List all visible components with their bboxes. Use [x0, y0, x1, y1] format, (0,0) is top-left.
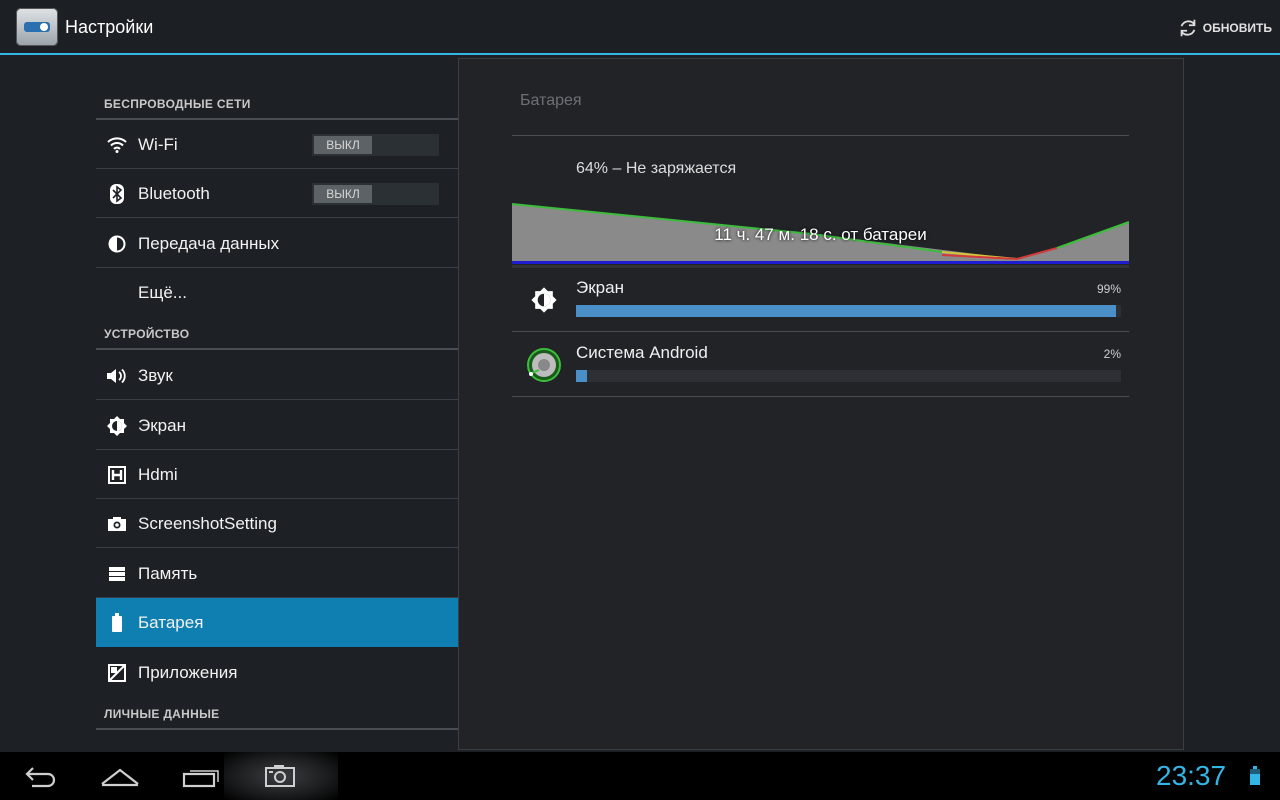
- brightness-icon: [526, 282, 562, 318]
- usage-name: Экран: [576, 278, 624, 297]
- title-divider: [512, 135, 1129, 136]
- speaker-icon: [106, 365, 128, 387]
- row-divider: [96, 399, 458, 400]
- bluetooth-icon: [106, 183, 128, 205]
- sidebar-item-label: Wi-Fi: [138, 135, 178, 154]
- sidebar-item-hdmi[interactable]: Hdmi: [96, 450, 458, 499]
- usage-bar-fill: [576, 305, 1116, 317]
- section-divider: [96, 728, 458, 730]
- battery-status: 64% – Не заряжается: [576, 160, 737, 177]
- refresh-label: ОБНОВИТЬ: [1202, 21, 1272, 35]
- navigation-bar: [0, 752, 1280, 800]
- sidebar-item-more[interactable]: Ещё...: [96, 268, 458, 317]
- usage-name: Система Android: [576, 343, 708, 362]
- camera-icon: [106, 513, 128, 535]
- recent-apps-button[interactable]: [180, 762, 220, 790]
- battery-icon: [106, 612, 128, 634]
- action-bar-divider: [0, 53, 1280, 55]
- sidebar-item-wifi[interactable]: Wi-Fi ВЫКЛ: [96, 120, 458, 169]
- graph-time-on-battery: 11 ч. 47 м. 18 с. от батареи: [714, 225, 927, 244]
- sidebar-item-display[interactable]: Экран: [96, 401, 458, 450]
- sidebar-item-label: Экран: [138, 416, 186, 435]
- sidebar-item-apps[interactable]: Приложения: [96, 648, 458, 697]
- sidebar-item-label: Hdmi: [138, 465, 178, 484]
- toggle-state: ВЫКЛ: [314, 185, 372, 203]
- sidebar-item-label: Приложения: [138, 663, 238, 682]
- row-divider: [512, 396, 1129, 397]
- recent-apps-icon: [182, 770, 219, 788]
- back-icon: [25, 767, 56, 788]
- battery-status-icon[interactable]: [1249, 766, 1261, 786]
- panel-title: Батарея: [520, 92, 582, 109]
- battery-detail-panel: Батарея 64% – Не заряжается 11 ч. 47 м. …: [458, 58, 1184, 750]
- hdmi-icon: [106, 464, 128, 486]
- settings-list[interactable]: БЕСПРОВОДНЫЕ СЕТИ Wi-Fi ВЫКЛ Bluetooth В…: [96, 56, 458, 752]
- usage-percent: 99%: [1096, 282, 1121, 296]
- refresh-button[interactable]: ОБНОВИТЬ: [1177, 16, 1272, 40]
- sidebar-item-label: Bluetooth: [138, 184, 210, 203]
- sidebar-item-label: ScreenshotSetting: [138, 514, 277, 533]
- usage-bar: [576, 305, 1121, 317]
- sidebar-item-label: Батарея: [138, 613, 204, 632]
- section-header-personal: ЛИЧНЫЕ ДАННЫЕ: [104, 707, 220, 721]
- settings-app-icon[interactable]: [16, 8, 58, 46]
- usage-bar-fill: [576, 370, 587, 382]
- home-icon: [101, 768, 139, 787]
- section-header-device: УСТРОЙСТВО: [104, 327, 190, 341]
- brightness-icon: [106, 415, 128, 437]
- home-button[interactable]: [100, 762, 140, 790]
- sidebar-item-data-usage[interactable]: Передача данных: [96, 219, 458, 268]
- row-divider: [512, 331, 1129, 332]
- sidebar-item-label: Передача данных: [138, 234, 280, 253]
- row-divider: [96, 217, 458, 218]
- action-bar: Настройки ОБНОВИТЬ: [0, 0, 1280, 55]
- sidebar-item-label: Память: [138, 564, 198, 583]
- wifi-icon: [106, 134, 128, 156]
- data-usage-icon: [106, 233, 128, 255]
- sidebar-item-screenshot[interactable]: ScreenshotSetting: [96, 499, 458, 548]
- sidebar-item-battery[interactable]: Батарея: [96, 598, 458, 647]
- sidebar-item-label: Ещё...: [138, 283, 187, 302]
- usage-row-screen[interactable]: Экран 99%: [512, 268, 1129, 332]
- refresh-icon: [1180, 19, 1196, 37]
- usage-bar: [576, 370, 1121, 382]
- apps-icon: [106, 662, 128, 684]
- android-system-icon: [526, 347, 562, 383]
- status-clock[interactable]: 23:37: [1156, 760, 1226, 792]
- usage-percent: 2%: [1103, 347, 1121, 361]
- toggle-state: ВЫКЛ: [314, 136, 372, 154]
- sidebar-item-sound[interactable]: Звук: [96, 351, 458, 400]
- sidebar-item-bluetooth[interactable]: Bluetooth ВЫКЛ: [96, 169, 458, 218]
- back-button[interactable]: [20, 762, 60, 790]
- wifi-toggle[interactable]: ВЫКЛ: [312, 134, 439, 156]
- bluetooth-toggle[interactable]: ВЫКЛ: [312, 183, 439, 205]
- screenshot-button[interactable]: [260, 762, 300, 790]
- usage-row-android-system[interactable]: Система Android 2%: [512, 333, 1129, 397]
- section-divider: [96, 348, 458, 350]
- sidebar-item-storage[interactable]: Память: [96, 549, 458, 598]
- sidebar-item-label: Звук: [138, 366, 173, 385]
- app-title: Настройки: [65, 17, 154, 37]
- row-divider: [96, 547, 458, 548]
- section-header-wireless: БЕСПРОВОДНЫЕ СЕТИ: [104, 97, 251, 111]
- camera-icon: [265, 765, 295, 787]
- storage-icon: [106, 563, 128, 585]
